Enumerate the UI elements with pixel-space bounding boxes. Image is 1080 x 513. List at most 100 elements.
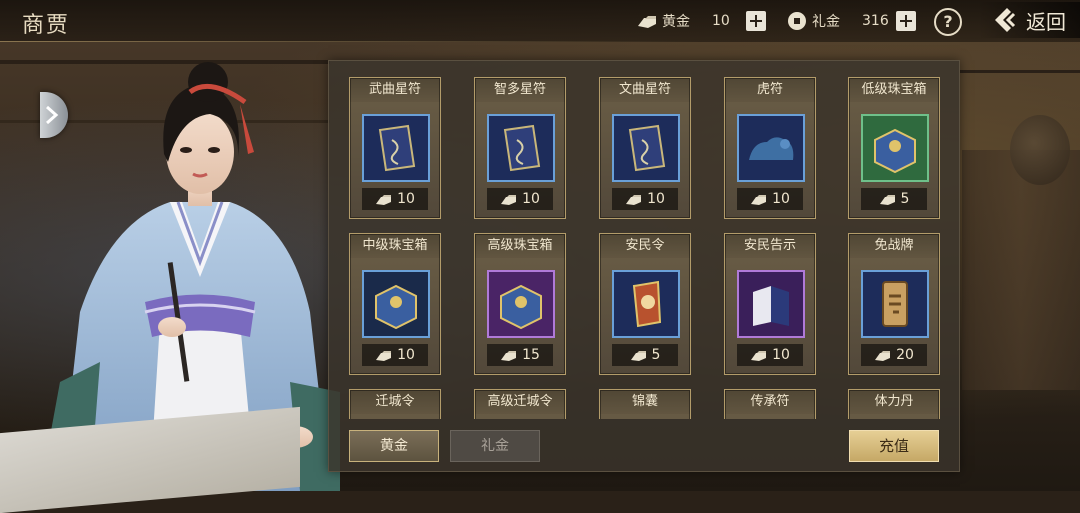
shop-item-card[interactable]: 高级迁城令 — [474, 389, 566, 419]
talisman-card-icon — [364, 116, 428, 180]
shop-item-frame — [612, 270, 680, 338]
gold-ingot-icon — [751, 195, 767, 205]
jewel-box-icon — [489, 272, 553, 336]
back-button[interactable]: 返回 — [978, 2, 1080, 38]
shop-item-card[interactable]: 安民告示 10 — [724, 233, 816, 375]
shop-item-card[interactable]: 中级珠宝箱 10 — [349, 233, 441, 375]
gold-ingot-icon — [501, 195, 517, 205]
talisman-card-icon — [489, 116, 553, 180]
gold-ingot-icon — [376, 195, 392, 205]
gold-ingot-icon — [376, 351, 392, 361]
shop-item-name: 迁城令 — [350, 390, 440, 414]
gold-ingot-icon — [626, 195, 642, 205]
help-button[interactable]: ? — [934, 8, 962, 36]
shop-item-name: 低级珠宝箱 — [849, 78, 939, 102]
back-arrow-icon — [995, 8, 1016, 32]
shop-item-card[interactable]: 武曲星符 10 — [349, 77, 441, 219]
shop-item-frame — [362, 114, 430, 182]
gold-label: 黄金 — [662, 14, 690, 30]
chevron-right-icon — [46, 105, 59, 125]
decree-token-icon — [614, 272, 678, 336]
shop-item-price-value: 15 — [522, 347, 540, 363]
shop-item-card[interactable]: 安民令 5 — [599, 233, 691, 375]
shop-item-frame — [612, 114, 680, 182]
shop-item-frame — [861, 270, 929, 338]
shop-item-name: 高级珠宝箱 — [475, 234, 565, 258]
item-grid[interactable]: 武曲星符 10 智多星符 10 文曲星符 10 虎符 10 低级珠宝箱 5 中级珠宝箱 10 高级珠宝箱… — [329, 61, 959, 419]
shop-item-name: 锦囊 — [600, 390, 690, 414]
tab-gold[interactable]: 黄金 — [349, 430, 439, 462]
gold-ingot-icon — [875, 351, 891, 361]
add-gift-button[interactable] — [896, 11, 916, 31]
shop-item-name: 体力丹 — [849, 390, 939, 414]
shop-item-name: 高级迁城令 — [475, 390, 565, 414]
notice-book-icon — [739, 272, 803, 336]
background-beam — [960, 70, 1080, 73]
background-shelf — [962, 150, 1080, 390]
shop-item-name: 安民告示 — [725, 234, 815, 258]
shop-item-frame — [487, 270, 555, 338]
shop-item-price: 10 — [487, 188, 553, 210]
jewel-box-icon — [364, 272, 428, 336]
truce-plate-icon — [863, 272, 927, 336]
shop-item-price-value: 10 — [397, 347, 415, 363]
shop-item-price: 20 — [861, 344, 927, 366]
shop-item-name: 免战牌 — [849, 234, 939, 258]
gift-value: 316 — [862, 13, 889, 29]
shop-item-price-value: 5 — [651, 347, 661, 363]
shop-item-price-value: 20 — [896, 347, 914, 363]
shop-item-name: 文曲星符 — [600, 78, 690, 102]
shop-item-price-value: 10 — [647, 191, 665, 207]
shop-item-frame — [362, 270, 430, 338]
shop-item-price: 10 — [362, 188, 428, 210]
back-label: 返回 — [1026, 9, 1066, 34]
shop-item-price-value: 5 — [900, 191, 910, 207]
shop-item-price: 10 — [737, 188, 803, 210]
shop-item-card[interactable]: 虎符 10 — [724, 77, 816, 219]
shop-item-name: 虎符 — [725, 78, 815, 102]
shop-item-price-value: 10 — [772, 191, 790, 207]
gold-currency: 黄金 10 — [636, 10, 766, 32]
shop-item-price: 10 — [737, 344, 803, 366]
shop-item-name: 安民令 — [600, 234, 690, 258]
shop-item-card[interactable]: 高级珠宝箱 15 — [474, 233, 566, 375]
shop-item-card[interactable]: 体力丹 — [848, 389, 940, 419]
gold-ingot-icon — [501, 351, 517, 361]
recharge-button[interactable]: 充值 — [849, 430, 939, 462]
shop-item-frame — [861, 114, 929, 182]
talisman-card-icon — [614, 116, 678, 180]
top-bar-divider — [0, 41, 700, 42]
gold-ingot-icon — [879, 195, 895, 205]
gold-ingot-icon — [751, 351, 767, 361]
shop-item-card[interactable]: 传承符 — [724, 389, 816, 419]
shop-item-price-value: 10 — [772, 347, 790, 363]
tab-gift[interactable]: 礼金 — [450, 430, 540, 462]
page-title: 商贾 — [22, 13, 71, 38]
add-gold-button[interactable] — [746, 11, 766, 31]
shop-item-price: 5 — [861, 188, 927, 210]
shop-item-name: 中级珠宝箱 — [350, 234, 440, 258]
shop-item-card[interactable]: 迁城令 — [349, 389, 441, 419]
shop-item-card[interactable]: 低级珠宝箱 5 — [848, 77, 940, 219]
gold-value: 10 — [712, 13, 730, 29]
shop-item-card[interactable]: 锦囊 — [599, 389, 691, 419]
background-pot — [1010, 115, 1070, 185]
shop-item-name: 传承符 — [725, 390, 815, 414]
jewel-box-icon — [863, 116, 927, 180]
gold-ingot-icon — [638, 16, 656, 28]
tiger-tally-icon — [739, 116, 803, 180]
shop-item-card[interactable]: 免战牌 20 — [848, 233, 940, 375]
shop-item-price-value: 10 — [522, 191, 540, 207]
shop-item-price: 10 — [612, 188, 678, 210]
shop-item-price-value: 10 — [397, 191, 415, 207]
top-bar — [0, 0, 1080, 42]
shop-panel: 武曲星符 10 智多星符 10 文曲星符 10 虎符 10 低级珠宝箱 5 中级珠宝箱 10 高级珠宝箱… — [328, 60, 960, 472]
shop-item-card[interactable]: 智多星符 10 — [474, 77, 566, 219]
shop-item-name: 武曲星符 — [350, 78, 440, 102]
shop-item-frame — [737, 114, 805, 182]
gold-ingot-icon — [630, 351, 646, 361]
shop-item-card[interactable]: 文曲星符 10 — [599, 77, 691, 219]
gift-currency: 礼金 316 — [786, 10, 916, 32]
shop-item-price: 5 — [612, 344, 678, 366]
shop-item-price: 15 — [487, 344, 553, 366]
